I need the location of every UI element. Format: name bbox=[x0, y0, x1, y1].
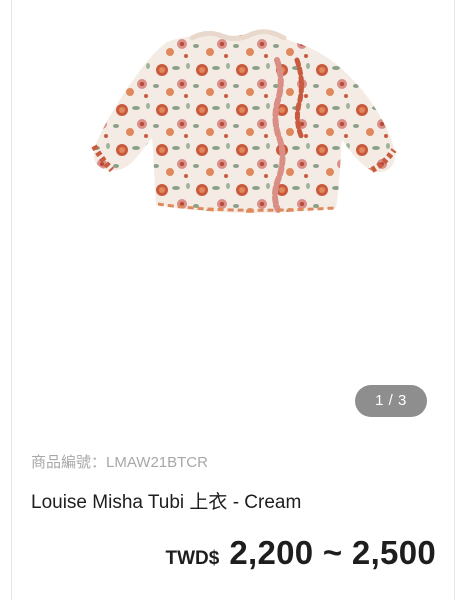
image-pager[interactable]: 1 / 3 bbox=[355, 385, 427, 417]
pager-text: 1 / 3 bbox=[375, 392, 407, 409]
sku-row: 商品編號：LMAW21BTCR bbox=[31, 451, 208, 472]
product-title: Louise Misha Tubi 上衣 - Cream bbox=[31, 492, 302, 513]
product-image[interactable] bbox=[72, 20, 412, 220]
sku-label: 商品編號： bbox=[31, 454, 107, 471]
sku-value: LMAW21BTCR bbox=[106, 454, 208, 471]
price-row: TWD$ 2,200 ~ 2,500 bbox=[166, 534, 437, 572]
product-card: 1 / 3 商品編號：LMAW21BTCR Louise Misha Tubi … bbox=[11, 0, 455, 600]
price-currency: TWD$ bbox=[165, 548, 220, 569]
price-range: 2,200 ~ 2,500 bbox=[229, 534, 436, 571]
product-gallery[interactable]: 1 / 3 bbox=[12, 0, 454, 430]
